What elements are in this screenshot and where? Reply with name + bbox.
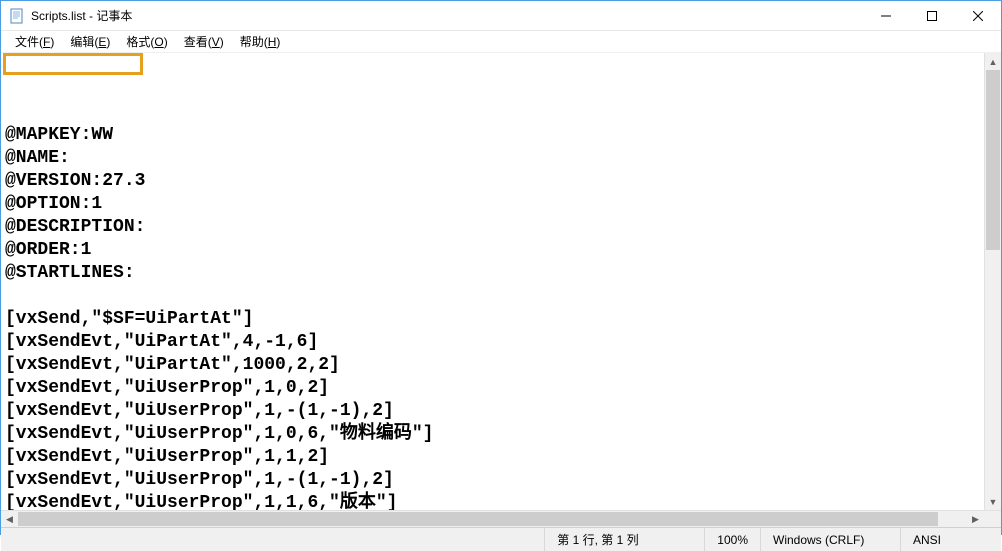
status-zoom: 100% [705, 528, 761, 551]
menubar: 文件(F) 编辑(E) 格式(O) 查看(V) 帮助(H) [1, 31, 1001, 53]
scroll-thumb-h[interactable] [18, 512, 938, 526]
scroll-track-h[interactable] [18, 511, 967, 527]
editor-line: [vxSendEvt,"UiUserProp",1,1,2] [5, 446, 980, 469]
status-cursor-position: 第 1 行, 第 1 列 [545, 528, 705, 551]
editor-line: [vxSendEvt,"UiUserProp",1,-(1,-1),2] [5, 469, 980, 492]
statusbar: 第 1 行, 第 1 列 100% Windows (CRLF) ANSI [1, 527, 1001, 551]
maximize-button[interactable] [909, 1, 955, 30]
editor-line: @STARTLINES: [5, 262, 980, 285]
scroll-up-arrow[interactable]: ▲ [985, 53, 1001, 70]
horizontal-scrollbar[interactable]: ◀ ▶ [1, 511, 984, 527]
scroll-left-arrow[interactable]: ◀ [1, 511, 18, 527]
editor-line: @NAME: [5, 147, 980, 170]
editor-line [5, 285, 980, 308]
editor-line: [vxSendEvt,"UiPartAt",4,-1,6] [5, 331, 980, 354]
selection-highlight [3, 53, 143, 75]
menu-edit[interactable]: 编辑(E) [62, 31, 118, 52]
scroll-right-arrow[interactable]: ▶ [967, 511, 984, 527]
status-encoding: ANSI [901, 528, 1001, 551]
editor-line: @OPTION:1 [5, 193, 980, 216]
close-button[interactable] [955, 1, 1001, 30]
text-editor[interactable]: @MAPKEY:WW@NAME:@VERSION:27.3@OPTION:1@D… [1, 53, 984, 510]
scroll-track-v[interactable] [985, 70, 1001, 493]
status-spacer [1, 528, 545, 551]
window-controls [863, 1, 1001, 30]
menu-help[interactable]: 帮助(H) [232, 31, 289, 52]
titlebar: Scripts.list - 记事本 [1, 1, 1001, 31]
editor-line: [vxSend,"$SF=UiPartAt"] [5, 308, 980, 331]
editor-line: @MAPKEY:WW [5, 124, 980, 147]
window-title: Scripts.list - 记事本 [31, 7, 863, 24]
menu-view[interactable]: 查看(V) [176, 31, 232, 52]
editor-line: [vxSendEvt,"UiPartAt",1000,2,2] [5, 354, 980, 377]
menu-file[interactable]: 文件(F) [7, 31, 62, 52]
editor-line: @VERSION:27.3 [5, 170, 980, 193]
editor-line: [vxSendEvt,"UiUserProp",1,0,2] [5, 377, 980, 400]
notepad-icon [9, 8, 25, 24]
editor-line: [vxSendEvt,"UiUserProp",1,-(1,-1),2] [5, 400, 980, 423]
editor-line: @ORDER:1 [5, 239, 980, 262]
minimize-button[interactable] [863, 1, 909, 30]
horizontal-scrollbar-container: ◀ ▶ [1, 510, 1001, 527]
vertical-scrollbar[interactable]: ▲ ▼ [984, 53, 1001, 510]
editor-container: @MAPKEY:WW@NAME:@VERSION:27.3@OPTION:1@D… [1, 53, 1001, 510]
scroll-down-arrow[interactable]: ▼ [985, 493, 1001, 510]
menu-format[interactable]: 格式(O) [118, 31, 175, 52]
status-line-ending: Windows (CRLF) [761, 528, 901, 551]
editor-line: [vxSendEvt,"UiUserProp",1,0,6,"物料编码"] [5, 423, 980, 446]
editor-line: @DESCRIPTION: [5, 216, 980, 239]
scrollbar-corner [984, 511, 1001, 527]
editor-line: [vxSendEvt,"UiUserProp",1,1,6,"版本"] [5, 492, 980, 510]
scroll-thumb-v[interactable] [986, 70, 1000, 250]
